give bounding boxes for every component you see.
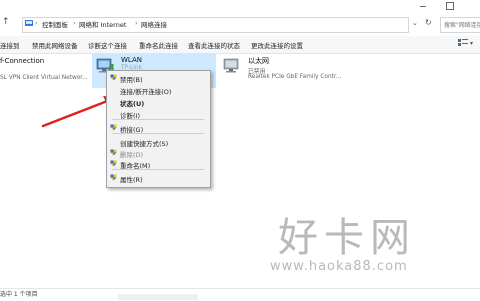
menu-item-delete[interactable]: 删除(D) xyxy=(120,149,143,159)
toolbar-view-status-button[interactable]: 查看此连接的状态 xyxy=(188,40,240,50)
breadcrumb-item-network-connections[interactable]: 网络连接 xyxy=(141,19,167,29)
ethernet-adapter-icon xyxy=(222,57,242,75)
status-bar xyxy=(0,288,480,301)
breadcrumb-separator-icon: › xyxy=(135,19,138,27)
adapter-name[interactable]: WLAN xyxy=(121,56,142,64)
shield-icon xyxy=(110,174,117,181)
status-selection-count: 选中 1 个项目 xyxy=(0,291,38,298)
breadcrumb-item-control-panel[interactable]: 控制面板 xyxy=(42,19,68,29)
refresh-icon[interactable]: ↻ xyxy=(425,18,432,27)
toolbar-rename-button[interactable]: 重命名此连接 xyxy=(139,40,178,50)
up-arrow-icon[interactable]: ↑ xyxy=(2,17,10,27)
toolbar-disable-device-button[interactable]: 禁用此网络设备 xyxy=(32,40,78,50)
adapter-device: SL VPN Client Virtual Networ... xyxy=(0,75,88,81)
shield-icon xyxy=(110,124,117,131)
chevron-down-icon[interactable]: ▾ xyxy=(470,40,473,47)
adapter-name[interactable]: 以太网 xyxy=(248,56,269,66)
window-titlebar xyxy=(0,0,480,12)
menu-item-status[interactable]: 状态(U) xyxy=(120,98,144,108)
watermark-logo-text: 好卡网 xyxy=(278,215,416,261)
shield-icon xyxy=(110,74,117,81)
chevron-down-icon[interactable]: ⌄ xyxy=(412,19,418,27)
watermark-url: www.haoka88.com xyxy=(270,259,408,274)
menu-separator xyxy=(112,119,204,120)
toolbar-diagnose-button[interactable]: 诊断这个连接 xyxy=(88,40,127,50)
breadcrumb-separator-icon: › xyxy=(73,19,76,27)
menu-separator xyxy=(112,133,204,134)
shield-icon xyxy=(110,160,117,167)
network-folder-icon xyxy=(25,19,33,26)
toolbar-change-settings-button[interactable]: 更改此连接的设置 xyxy=(251,40,303,50)
menu-item-create-shortcut[interactable]: 创建快捷方式(S) xyxy=(120,138,168,148)
maximize-button[interactable] xyxy=(446,2,454,10)
menu-separator xyxy=(112,169,204,170)
menu-item-connect-disconnect[interactable]: 连接/断开连接(O) xyxy=(120,86,171,96)
minimize-button[interactable] xyxy=(420,6,426,7)
view-options-icon[interactable] xyxy=(458,39,468,47)
breadcrumb-separator-icon: › xyxy=(35,19,38,27)
shield-icon xyxy=(110,149,117,156)
search-placeholder: 搜索"网络连接" xyxy=(444,22,480,29)
adapter-name[interactable]: f-Connection xyxy=(0,57,44,65)
menu-item-properties[interactable]: 属性(R) xyxy=(120,174,143,184)
breadcrumb-item-network-internet[interactable]: 网络和 Internet xyxy=(79,19,126,29)
taskbar-fragment xyxy=(118,294,198,300)
toolbar-connect-button[interactable]: 连接到 xyxy=(0,40,20,50)
adapter-device: Realtek PCIe GbE Family Contr... xyxy=(248,74,342,80)
menu-item-disable[interactable]: 禁用(B) xyxy=(120,74,143,84)
